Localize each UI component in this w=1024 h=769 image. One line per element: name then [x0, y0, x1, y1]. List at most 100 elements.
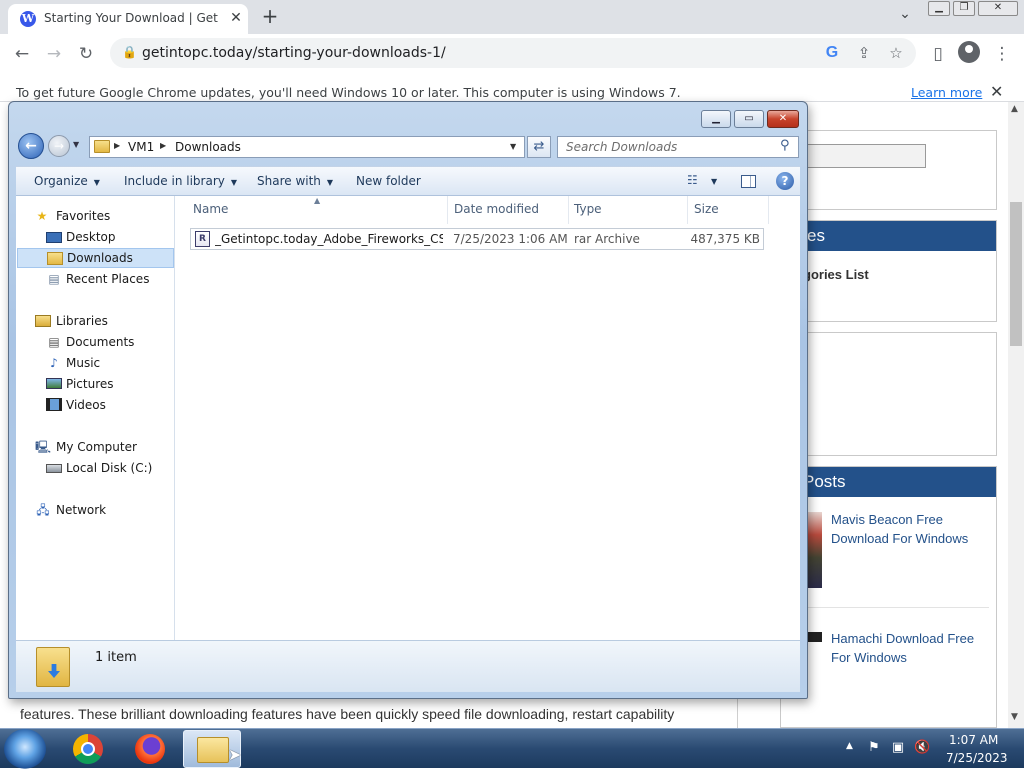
search-input[interactable]: Search Downloads ⚲: [557, 136, 799, 158]
categories-list-label[interactable]: gories List: [803, 267, 869, 282]
nav-music[interactable]: ♪ Music: [16, 353, 174, 373]
scrollbar-thumb[interactable]: [1010, 202, 1022, 346]
page-scrollbar[interactable]: ▲ ▼: [1008, 102, 1024, 728]
profile-avatar-icon[interactable]: [958, 41, 980, 63]
nav-videos[interactable]: Videos: [16, 395, 174, 415]
bookmark-star-icon[interactable]: ☆: [884, 41, 908, 65]
reload-icon[interactable]: ↻: [74, 42, 98, 66]
browser-tab[interactable]: W Starting Your Download | Get Int ✕: [8, 4, 248, 34]
taskbar-chrome[interactable]: [59, 730, 117, 768]
nav-documents[interactable]: ▤ Documents: [16, 332, 174, 352]
clock-time[interactable]: 1:07 AM: [949, 733, 998, 747]
organize-button[interactable]: Organize ▼: [34, 174, 100, 188]
file-size: 487,375 KB: [690, 232, 760, 246]
update-infobar: To get future Google Chrome updates, you…: [0, 72, 1024, 102]
nav-downloads-label: Downloads: [67, 251, 133, 265]
column-header-date[interactable]: Date modified: [454, 202, 539, 216]
explorer-minimize-button[interactable]: ▁: [701, 110, 731, 128]
infobar-close-icon[interactable]: ✕: [990, 82, 1003, 101]
new-tab-button[interactable]: +: [258, 5, 282, 29]
clock-date[interactable]: 7/25/2023: [946, 751, 1008, 765]
tab-search-icon[interactable]: ⌄: [894, 6, 916, 28]
nav-my-computer[interactable]: 🖳 My Computer: [16, 437, 174, 457]
firefox-icon: [135, 734, 165, 764]
scroll-up-arrow-icon[interactable]: ▲: [1011, 104, 1018, 114]
help-icon[interactable]: ?: [776, 172, 794, 190]
close-window-button[interactable]: ✕: [978, 1, 1018, 16]
show-hidden-icons-icon[interactable]: ▲: [846, 741, 853, 751]
back-arrow-icon[interactable]: ←: [10, 42, 34, 66]
nav-network[interactable]: 🖧 Network: [16, 500, 174, 520]
column-separator[interactable]: [568, 196, 569, 224]
file-name[interactable]: _Getintopc.today_Adobe_Fireworks_CS6.r..…: [215, 232, 443, 246]
address-dropdown-icon[interactable]: ▼: [510, 142, 516, 151]
volume-muted-icon[interactable]: 🔇: [914, 740, 930, 756]
nav-recent-places[interactable]: ▤ Recent Places: [16, 269, 174, 289]
nav-downloads[interactable]: Downloads: [17, 248, 174, 268]
rar-archive-icon: R: [195, 231, 210, 247]
explorer-forward-icon[interactable]: →: [48, 135, 70, 157]
new-folder-button[interactable]: New folder: [356, 174, 421, 188]
learn-more-link[interactable]: Learn more: [911, 85, 982, 100]
recent-posts-title: Posts: [803, 472, 846, 491]
nav-local-disk[interactable]: Local Disk (C:): [16, 458, 174, 478]
tab-close-icon[interactable]: ✕: [226, 8, 246, 28]
action-center-icon[interactable]: ⚑: [866, 740, 882, 756]
taskbar-explorer[interactable]: ➤: [183, 730, 241, 768]
breadcrumb-downloads[interactable]: Downloads: [175, 140, 241, 154]
change-view-icon[interactable]: ☷: [687, 173, 698, 187]
widget-search-input[interactable]: [806, 144, 926, 168]
lock-icon[interactable]: 🔒: [122, 45, 137, 59]
taskbar: ➤ ▲ ⚑ ▣ 🔇 1:07 AM 7/25/2023: [0, 728, 1024, 769]
column-separator[interactable]: [687, 196, 688, 224]
google-translate-icon[interactable]: G: [820, 41, 844, 65]
side-panel-icon[interactable]: ▯: [926, 42, 950, 66]
refresh-icon[interactable]: ⇄: [527, 136, 551, 158]
share-icon[interactable]: ⇪: [852, 41, 876, 65]
forward-arrow-icon[interactable]: →: [42, 42, 66, 66]
url-text[interactable]: getintopc.today/starting-your-downloads-…: [142, 45, 446, 61]
breadcrumb-chevron-icon[interactable]: ▶: [160, 141, 166, 150]
minimize-button[interactable]: ▁: [928, 1, 950, 16]
post-link-hamachi[interactable]: Hamachi Download Free For Windows: [831, 629, 991, 667]
post-link-mavis[interactable]: Mavis Beacon Free Download For Windows: [831, 510, 991, 548]
organize-label: Organize: [34, 174, 88, 188]
nav-music-label: Music: [66, 356, 101, 370]
table-row[interactable]: R _Getintopc.today_Adobe_Fireworks_CS6.r…: [190, 228, 764, 250]
share-with-button[interactable]: Share with ▼: [257, 174, 333, 188]
address-bar[interactable]: 🔒 getintopc.today/starting-your-download…: [110, 38, 916, 68]
article-body-text: features. These brilliant downloading fe…: [20, 706, 675, 722]
taskbar-firefox[interactable]: [121, 730, 179, 768]
column-header-name[interactable]: Name: [193, 202, 228, 216]
menu-icon[interactable]: ⋮: [990, 42, 1014, 66]
nav-desktop[interactable]: Desktop: [16, 227, 174, 247]
view-dropdown-icon[interactable]: ▼: [711, 177, 717, 186]
pictures-icon: [46, 378, 62, 389]
videos-icon: [46, 398, 62, 411]
nav-libraries[interactable]: Libraries: [16, 311, 174, 331]
column-header-type[interactable]: Type: [574, 202, 602, 216]
explorer-address-bar[interactable]: ▶ VM1 ▶ Downloads ▼: [89, 136, 525, 158]
breadcrumb-vm1[interactable]: VM1: [128, 140, 154, 154]
breadcrumb-chevron-icon[interactable]: ▶: [114, 141, 120, 150]
preview-pane-icon[interactable]: [741, 175, 756, 188]
restore-button[interactable]: ❐: [953, 1, 975, 16]
computer-icon: 🖳: [35, 440, 52, 454]
start-button[interactable]: [4, 729, 46, 769]
include-in-library-button[interactable]: Include in library ▼: [124, 174, 237, 188]
explorer-close-button[interactable]: ✕: [767, 110, 799, 128]
scroll-down-arrow-icon[interactable]: ▼: [1011, 712, 1018, 722]
column-separator[interactable]: [768, 196, 769, 224]
explorer-maximize-button[interactable]: ▭: [734, 110, 764, 128]
column-header-size[interactable]: Size: [694, 202, 719, 216]
recent-places-icon: ▤: [48, 272, 60, 286]
hard-disk-icon: [46, 464, 62, 473]
browser-toolbar: ← → ↻ 🔒 getintopc.today/starting-your-do…: [0, 34, 1024, 72]
explorer-back-icon[interactable]: ←: [18, 133, 44, 159]
search-icon[interactable]: ⚲: [780, 138, 790, 153]
column-separator[interactable]: [447, 196, 448, 224]
recent-pages-dropdown-icon[interactable]: ▼: [73, 140, 79, 149]
nav-pictures[interactable]: Pictures: [16, 374, 174, 394]
nav-favorites[interactable]: ★ Favorites: [16, 206, 174, 226]
network-status-icon[interactable]: ▣: [890, 740, 906, 756]
